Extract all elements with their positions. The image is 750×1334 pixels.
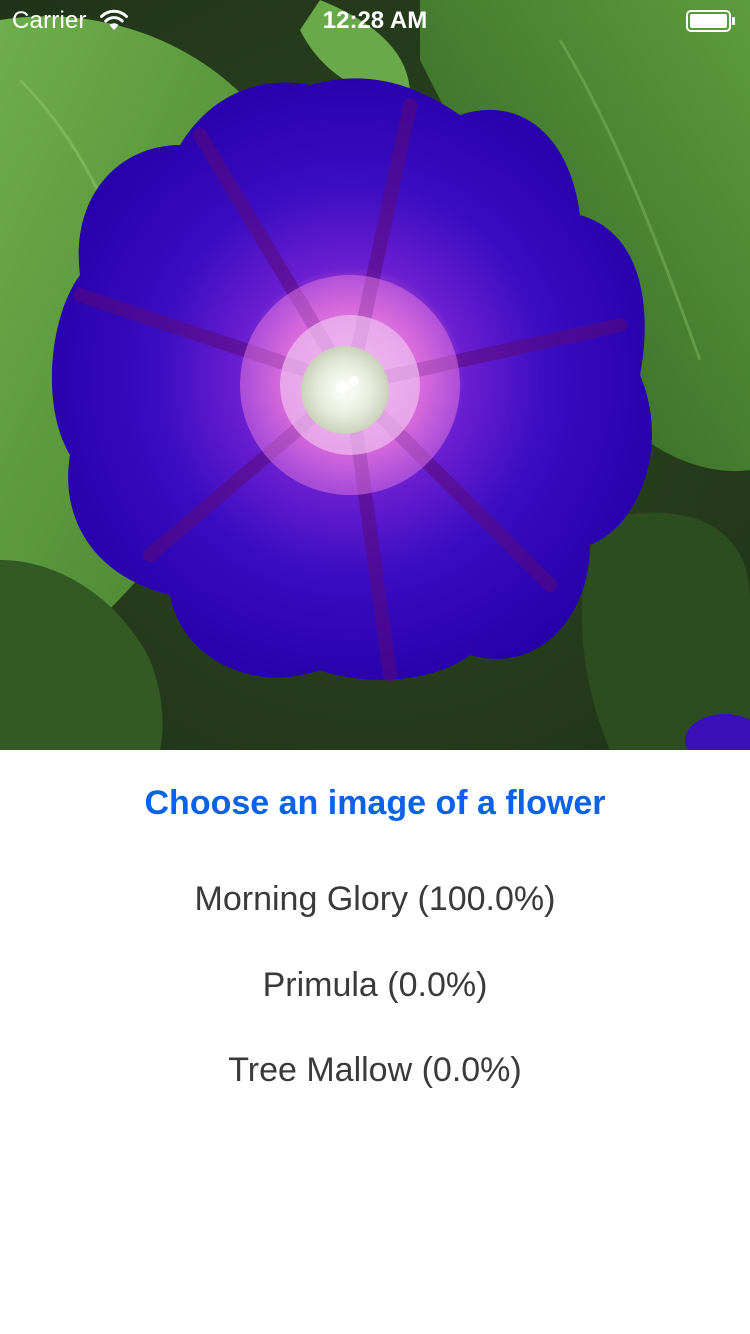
choose-image-button[interactable]: Choose an image of a flower	[0, 784, 750, 823]
results-panel: Choose an image of a flower Morning Glor…	[0, 750, 750, 1334]
result-label-1: Morning Glory (100.0%)	[194, 880, 556, 918]
result-label-2: Primula (0.0%)	[262, 966, 488, 1004]
battery-icon	[686, 10, 735, 32]
flower-photo: Carrier 12:28 AM	[0, 0, 750, 750]
flower-image	[0, 0, 750, 750]
status-bar: Carrier 12:28 AM	[0, 0, 750, 40]
result-label-3: Tree Mallow (0.0%)	[228, 1051, 522, 1089]
screen: Carrier 12:28 AM Choose an image of a fl…	[0, 0, 750, 1334]
time-label: 12:28 AM	[322, 7, 428, 34]
